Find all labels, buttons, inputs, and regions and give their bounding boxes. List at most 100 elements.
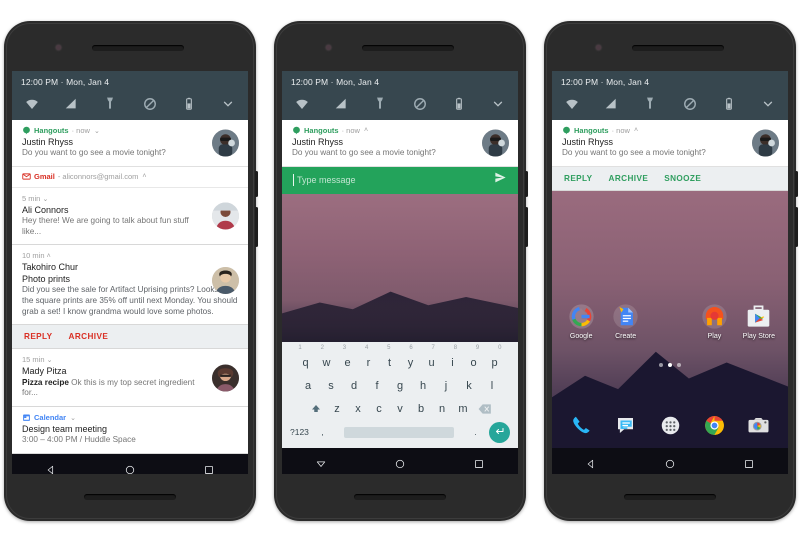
recents-icon[interactable] (744, 456, 754, 468)
volume-button[interactable] (525, 207, 528, 247)
battery-icon[interactable] (182, 97, 196, 111)
key-k[interactable]: k (459, 380, 480, 392)
key-a[interactable]: a (298, 380, 319, 392)
key-n[interactable]: n (432, 403, 453, 415)
notification-gmail-1[interactable]: 5 min ⌄ Ali Connors Hey there! We are go… (12, 187, 248, 246)
key-y[interactable]: y (400, 357, 421, 369)
dock-phone[interactable] (559, 413, 603, 438)
enter-icon[interactable] (488, 421, 510, 443)
backspace-icon[interactable] (474, 403, 496, 415)
dock-camera[interactable] (737, 413, 781, 438)
reply-button[interactable]: REPLY (564, 174, 593, 183)
wifi-icon[interactable] (565, 97, 579, 111)
key-o[interactable]: o (463, 357, 484, 369)
reply-input[interactable]: Type message (293, 174, 356, 187)
do-not-disturb-icon[interactable] (143, 97, 157, 111)
key-f[interactable]: f (367, 380, 388, 392)
do-not-disturb-icon[interactable] (683, 97, 697, 111)
chevron-up-icon[interactable]: ˄ (364, 127, 368, 134)
inline-reply-bar[interactable]: Type message (282, 166, 518, 194)
key-u[interactable]: u (421, 357, 442, 369)
recents-icon[interactable] (474, 456, 484, 468)
snooze-button[interactable]: SNOOZE (664, 174, 701, 183)
chevron-down-icon[interactable]: ⌄ (70, 414, 76, 422)
power-button[interactable] (795, 171, 798, 197)
shift-icon[interactable] (305, 403, 327, 415)
reply-button[interactable]: REPLY (24, 332, 53, 341)
back-icon[interactable] (46, 462, 56, 474)
chevron-down-icon[interactable] (221, 97, 235, 111)
page-dot-active[interactable] (668, 362, 672, 367)
notification-hangouts[interactable]: Hangouts · now ⌄ Justin Rhyss Do you wan… (12, 120, 248, 167)
battery-icon[interactable] (452, 97, 466, 111)
key-m[interactable]: m (453, 403, 474, 415)
key-s[interactable]: s (321, 380, 342, 392)
chevron-down-icon[interactable]: ⌄ (42, 196, 48, 203)
wifi-icon[interactable] (25, 97, 39, 111)
notification-hangouts[interactable]: Hangouts · now ˄ Justin Rhyss Do you wan… (282, 120, 518, 167)
key-j[interactable]: j (436, 380, 457, 392)
key-r[interactable]: r (358, 357, 379, 369)
period-key[interactable]: . (474, 427, 476, 437)
dock-app-drawer[interactable] (648, 413, 692, 438)
key-w[interactable]: w (316, 357, 337, 369)
notification-gmail-2[interactable]: 10 min ˄ Takohiro Chur Photo prints Did … (12, 245, 248, 326)
key-p[interactable]: p (484, 357, 505, 369)
notification-hangouts[interactable]: Hangouts · now ˄ Justin Rhyss Do you wan… (552, 120, 788, 167)
wifi-icon[interactable] (295, 97, 309, 111)
recents-icon[interactable] (204, 462, 214, 474)
home-icon[interactable] (395, 456, 405, 469)
page-dot[interactable] (659, 362, 663, 367)
send-icon[interactable] (494, 171, 507, 189)
key-b[interactable]: b (411, 403, 432, 415)
notification-group-gmail-header[interactable]: Gmail - aliconnors@gmail.com ˄ (12, 166, 248, 188)
volume-button[interactable] (255, 207, 258, 247)
dock-messages[interactable] (603, 413, 647, 438)
archive-button[interactable]: ARCHIVE (69, 332, 109, 341)
power-button[interactable] (525, 171, 528, 197)
signal-icon[interactable] (64, 97, 78, 111)
key-l[interactable]: l (482, 380, 503, 392)
key-i[interactable]: i (442, 357, 463, 369)
back-icon[interactable] (316, 456, 326, 467)
key-g[interactable]: g (390, 380, 411, 392)
home-icon[interactable] (665, 456, 675, 469)
do-not-disturb-icon[interactable] (413, 97, 427, 111)
comma-key[interactable]: , (321, 427, 323, 437)
key-v[interactable]: v (390, 403, 411, 415)
chevron-down-icon[interactable] (491, 97, 505, 111)
flashlight-icon[interactable] (373, 97, 387, 111)
chevron-up-icon[interactable]: ˄ (142, 173, 146, 180)
notification-calendar[interactable]: Calendar ⌄ Design team meeting 3:00 – 4:… (12, 407, 248, 454)
key-z[interactable]: z (327, 403, 348, 415)
chevron-up-icon[interactable]: ˄ (634, 127, 638, 134)
flashlight-icon[interactable] (103, 97, 117, 111)
page-dot[interactable] (677, 362, 681, 367)
app-play-store[interactable]: Play Store (737, 303, 781, 340)
back-icon[interactable] (586, 456, 596, 469)
key-d[interactable]: d (344, 380, 365, 392)
volume-button[interactable] (795, 207, 798, 247)
symbols-key[interactable]: ?123 (290, 427, 309, 437)
battery-icon[interactable] (722, 97, 736, 111)
key-t[interactable]: t (379, 357, 400, 369)
chevron-down-icon[interactable] (761, 97, 775, 111)
app-play-music[interactable]: Play (692, 303, 736, 340)
home-icon[interactable] (125, 462, 135, 474)
archive-button[interactable]: ARCHIVE (609, 174, 649, 183)
key-h[interactable]: h (413, 380, 434, 392)
power-button[interactable] (255, 171, 258, 197)
space-key[interactable] (343, 426, 454, 438)
app-google[interactable]: Google (559, 303, 603, 340)
dock-chrome[interactable] (692, 413, 736, 438)
chevron-up-icon[interactable]: ˄ (47, 253, 51, 260)
key-e[interactable]: e (337, 357, 358, 369)
chevron-down-icon[interactable]: ⌄ (47, 357, 53, 364)
notification-gmail-3[interactable]: 15 min ⌄ Mady Pitza Pizza recipe Ok this… (12, 349, 248, 408)
signal-icon[interactable] (604, 97, 618, 111)
key-c[interactable]: c (369, 403, 390, 415)
key-x[interactable]: x (348, 403, 369, 415)
flashlight-icon[interactable] (643, 97, 657, 111)
chevron-down-icon[interactable]: ⌄ (94, 127, 100, 135)
signal-icon[interactable] (334, 97, 348, 111)
